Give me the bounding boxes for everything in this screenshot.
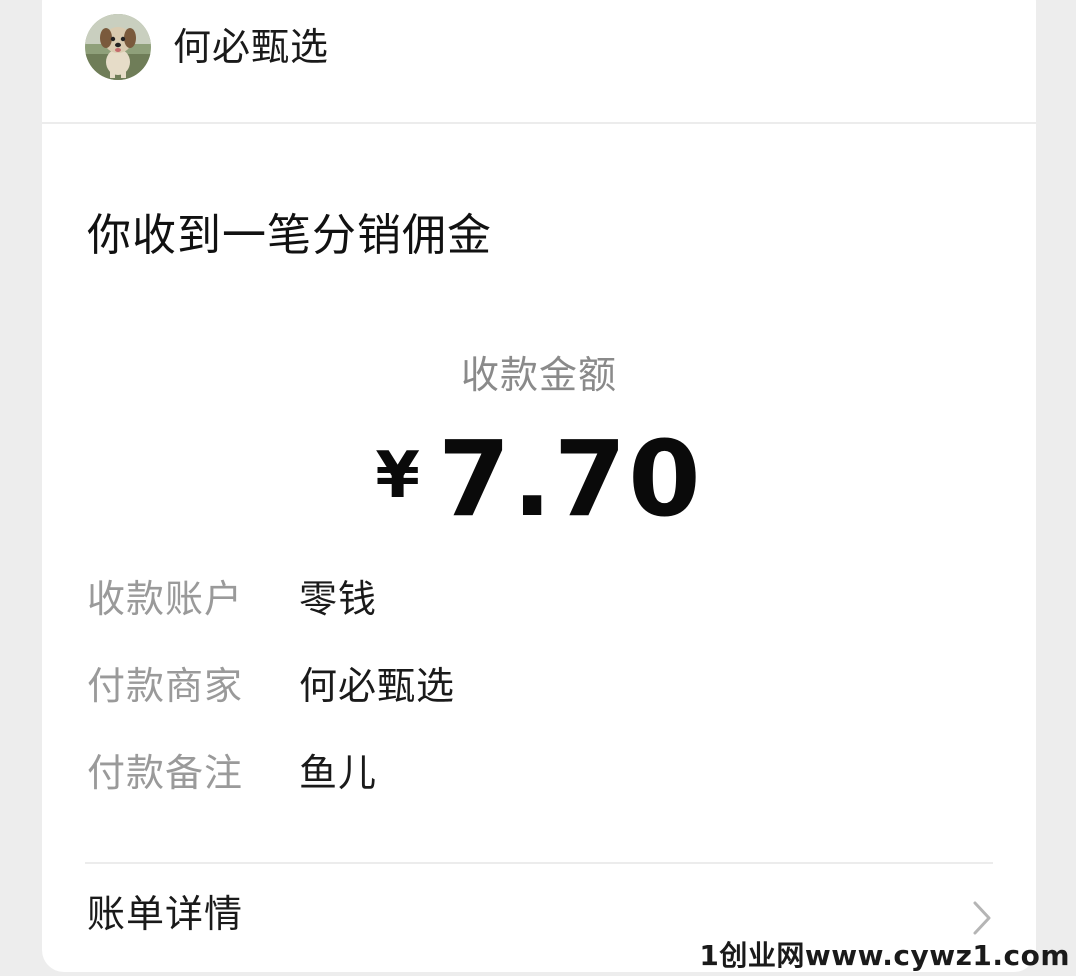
amount-label: 收款金额: [460, 353, 617, 397]
detail-value: 鱼儿: [299, 751, 378, 795]
divider: [85, 862, 993, 864]
detail-row-merchant: 付款商家 何必甄选: [87, 660, 455, 712]
chevron-right-icon: [972, 900, 992, 940]
detail-value: 零钱: [299, 577, 378, 621]
merchant-name: 何必甄选: [173, 25, 330, 69]
payment-notification-card: 何必甄选 你收到一笔分销佣金 收款金额 ¥7.70 收款账户 零钱 付款商家 何必甄…: [42, 0, 1036, 972]
bill-details-label: 账单详情: [87, 892, 244, 936]
detail-row-remark: 付款备注 鱼儿: [87, 747, 377, 799]
merchant-header[interactable]: 何必甄选: [42, 0, 1036, 124]
detail-value: 何必甄选: [299, 664, 456, 708]
amount-value: 7.70: [437, 418, 703, 540]
notification-title: 你收到一笔分销佣金: [87, 210, 492, 261]
amount-display: ¥7.70: [42, 418, 1036, 540]
detail-row-account: 收款账户 零钱: [87, 573, 377, 625]
detail-label: 付款商家: [87, 664, 244, 708]
site-watermark: 1创业网www.cywz1.com: [699, 939, 1070, 972]
dog-avatar-icon[interactable]: [85, 14, 151, 80]
detail-label: 收款账户: [87, 577, 244, 621]
detail-label: 付款备注: [87, 751, 244, 795]
currency-symbol: ¥: [375, 439, 420, 513]
